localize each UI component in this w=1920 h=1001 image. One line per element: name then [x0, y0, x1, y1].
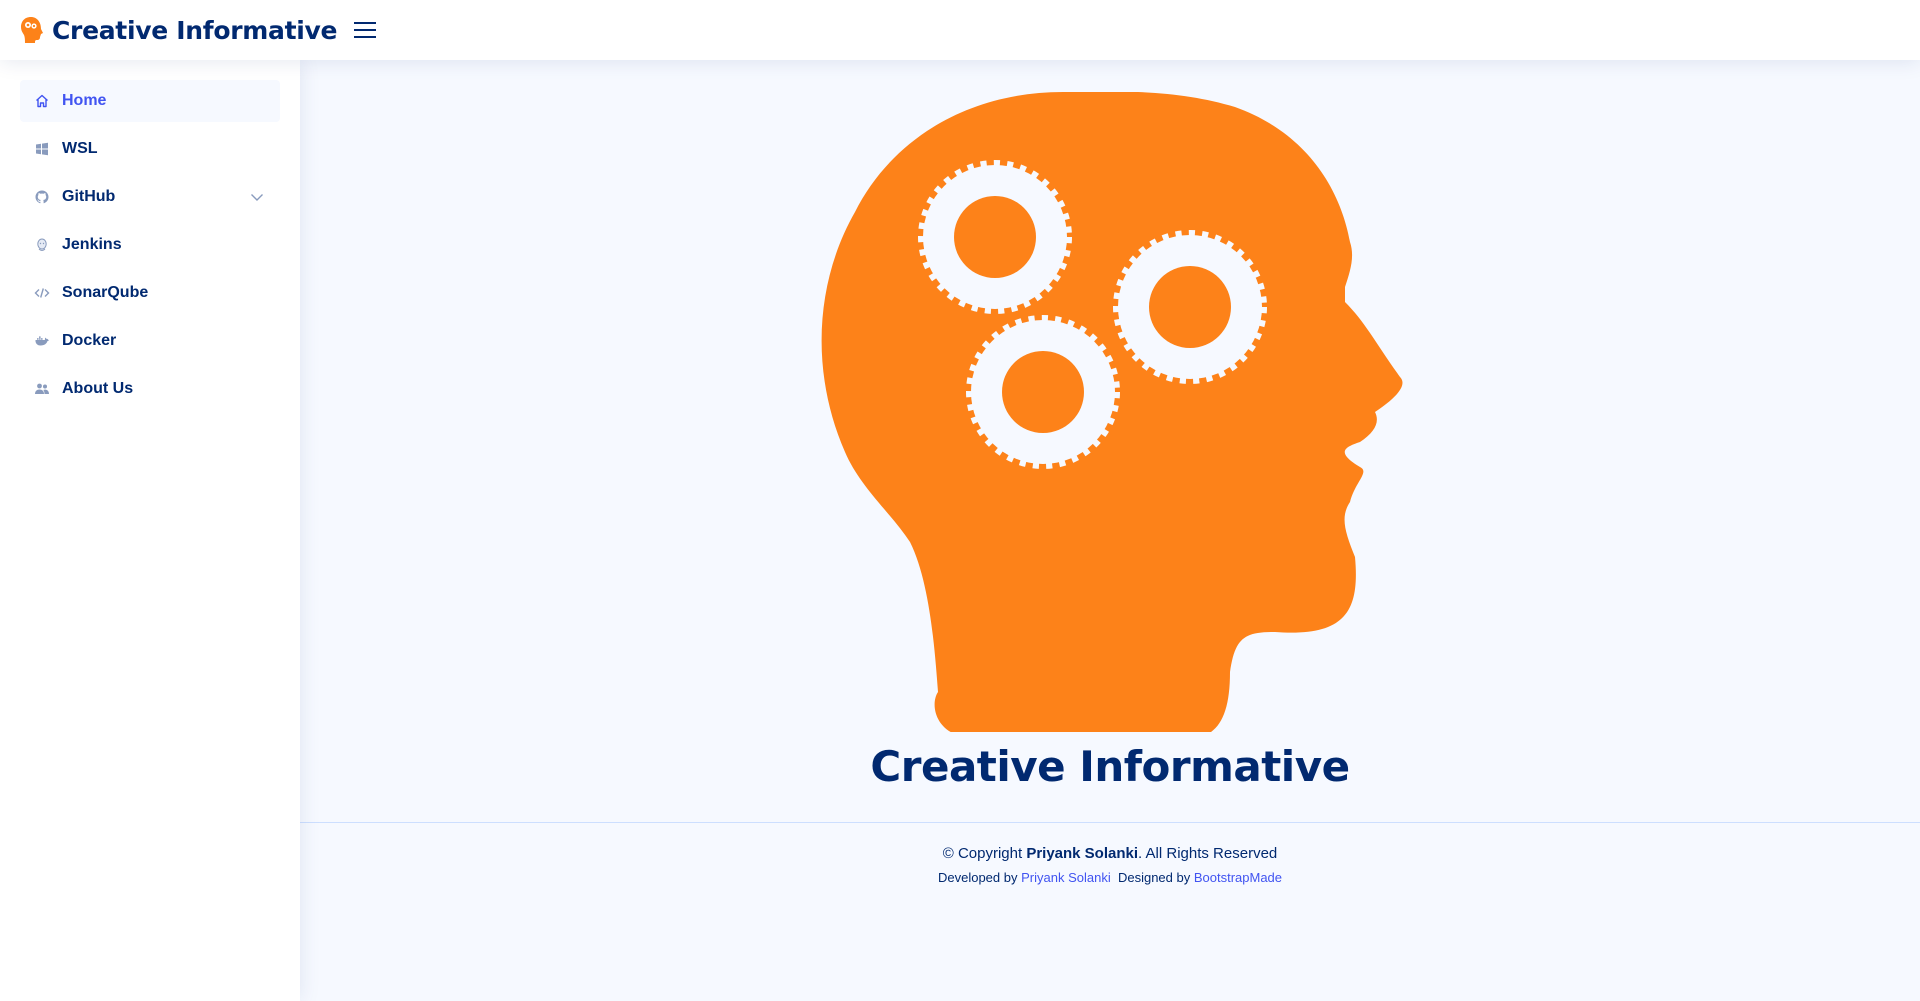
head-gears-icon	[21, 17, 43, 43]
gear-icon	[1113, 230, 1267, 384]
sidebar-item-wsl[interactable]: WSL	[20, 128, 280, 170]
sidebar-item-label: Jenkins	[62, 236, 122, 253]
sidebar-item-label: GitHub	[62, 188, 116, 205]
copyright-suffix: . All Rights Reserved	[1138, 845, 1278, 862]
sidebar-item-label: Home	[62, 92, 107, 109]
sidebar-item-github[interactable]: GitHub	[20, 176, 280, 218]
copyright-owner: Priyank Solanki	[1026, 845, 1139, 862]
code-icon	[34, 285, 50, 301]
main-content: Creative Informative	[300, 60, 1920, 822]
gear-icon	[918, 160, 1072, 314]
people-icon	[34, 381, 50, 397]
house-icon	[34, 93, 50, 109]
chevron-down-icon	[251, 194, 263, 201]
sidebar-item-about-us[interactable]: About Us	[20, 368, 280, 410]
hamburger-menu-icon	[354, 22, 377, 38]
gear-icon	[966, 315, 1120, 469]
sidebar-item-label: Docker	[62, 332, 117, 349]
windows-icon	[34, 141, 50, 157]
sidebar-item-label: WSL	[62, 140, 98, 157]
sidebar-item-sonarqube[interactable]: SonarQube	[20, 272, 280, 314]
sidebar-item-label: About Us	[62, 380, 134, 397]
sidebar-item-jenkins[interactable]: Jenkins	[20, 224, 280, 266]
sidebar-item-docker[interactable]: Docker	[20, 320, 280, 362]
designed-by-label: Designed by	[1117, 870, 1194, 885]
sidebar-item-label: SonarQube	[62, 284, 149, 301]
page-title: Creative Informative	[870, 742, 1350, 791]
copyright-prefix: © Copyright	[942, 845, 1027, 862]
docker-icon	[34, 333, 50, 349]
copyright-text: © Copyright Priyank Solanki. All Rights …	[300, 845, 1920, 862]
top-header: Creative Informative	[0, 0, 1920, 60]
developed-by-label: Developed by	[937, 870, 1022, 885]
head-gears-illustration	[821, 92, 1403, 732]
sidebar-toggle-button[interactable]	[353, 19, 377, 41]
sidebar: Home WSL GitHub Jenkins SonarQube Docker	[0, 60, 300, 1001]
designer-link[interactable]: BootstrapMade	[1194, 870, 1282, 885]
credits: Developed by Priyank Solanki Designed by…	[300, 870, 1920, 885]
footer: © Copyright Priyank Solanki. All Rights …	[300, 822, 1920, 1001]
brand-name: Creative Informative	[52, 15, 338, 45]
github-icon	[34, 189, 50, 205]
sidebar-item-home[interactable]: Home	[20, 80, 280, 122]
jenkins-icon	[34, 237, 50, 253]
developer-link[interactable]: Priyank Solanki	[1021, 870, 1111, 885]
brand-logo-link[interactable]: Creative Informative	[20, 16, 337, 45]
